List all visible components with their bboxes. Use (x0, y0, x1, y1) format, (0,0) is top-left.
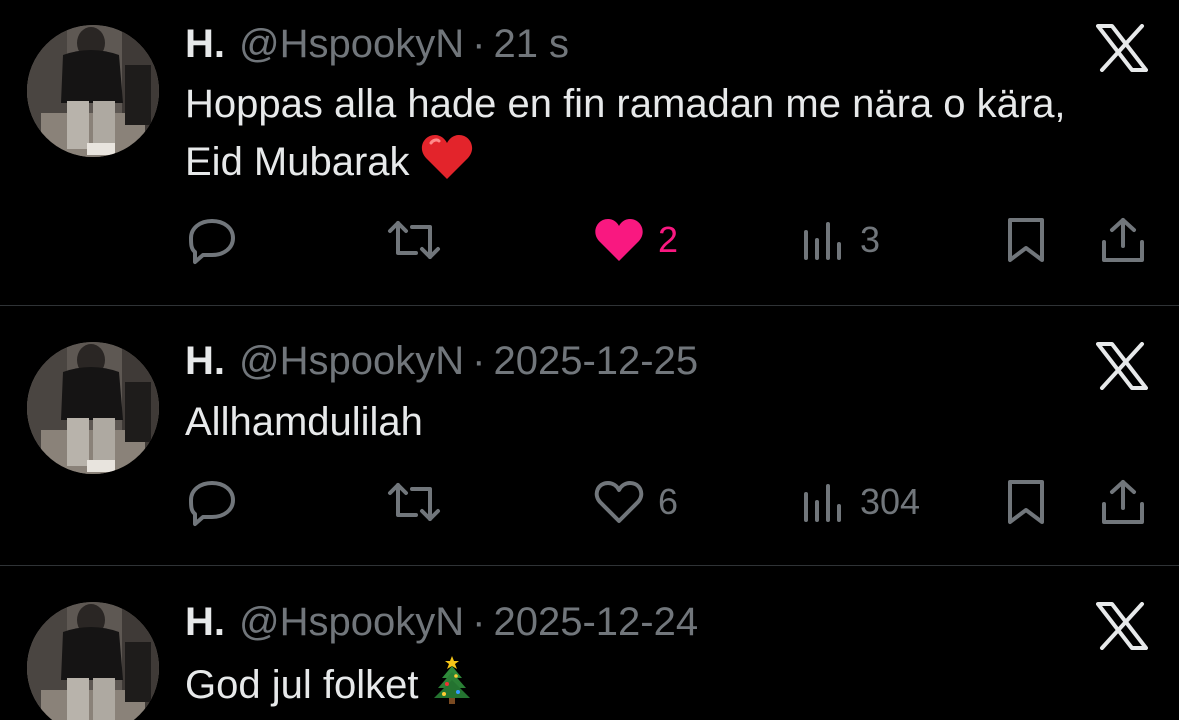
user-handle[interactable]: @HspookyN (239, 598, 464, 646)
reply-button[interactable] (187, 210, 237, 270)
like-button[interactable]: 6 (594, 472, 678, 532)
separator-dot: · (472, 600, 486, 644)
timestamp[interactable]: 2025-12-25 (493, 337, 698, 385)
tweet-header: H. @HspookyN · 2025-12-25 (185, 337, 698, 385)
share-icon (1102, 480, 1144, 524)
tweet-text: Hoppas alla hade en fin ramadan me nära … (185, 75, 1085, 197)
share-button[interactable] (1100, 210, 1146, 270)
views-chart-icon (804, 222, 841, 260)
like-count: 6 (658, 481, 679, 522)
reply-icon (189, 219, 235, 264)
timestamp[interactable]: 2025-12-24 (493, 598, 698, 646)
retweet-icon (388, 483, 440, 521)
tweet-text-content: God jul folket (185, 663, 419, 707)
views-button[interactable]: 3 (802, 210, 880, 270)
tweet[interactable]: H. @HspookyN · 2025-12-25 Allhamdulilah … (0, 306, 1179, 565)
tweet-text-content: Allhamdulilah (185, 400, 423, 444)
avatar[interactable] (27, 602, 159, 720)
avatar[interactable] (27, 25, 159, 157)
like-button[interactable]: 2 (594, 210, 678, 270)
display-name[interactable]: H. (185, 337, 225, 385)
user-handle[interactable]: @HspookyN (239, 20, 464, 68)
x-logo-icon (1096, 602, 1148, 650)
display-name[interactable]: H. (185, 598, 225, 646)
heart-outline-icon (594, 481, 644, 523)
bookmark-icon (1008, 480, 1044, 524)
retweet-button[interactable] (386, 210, 442, 270)
share-button[interactable] (1100, 472, 1146, 532)
user-handle[interactable]: @HspookyN (239, 337, 464, 385)
tweet-feed: H. @HspookyN · 21 s Hoppas alla hade en … (0, 0, 1179, 720)
tweet-text: God jul folket (185, 654, 1085, 720)
display-name[interactable]: H. (185, 20, 225, 68)
red-heart-emoji (421, 133, 473, 197)
view-count: 304 (860, 481, 921, 522)
avatar[interactable] (27, 342, 159, 474)
x-logo-icon (1096, 342, 1148, 390)
separator-dot: · (472, 339, 486, 383)
separator-dot: · (472, 22, 486, 66)
bookmark-button[interactable] (1006, 210, 1046, 270)
views-button[interactable]: 304 (802, 472, 920, 532)
tweet[interactable]: H. @HspookyN · 21 s Hoppas alla hade en … (0, 0, 1179, 305)
heart-filled-icon (595, 219, 643, 261)
timestamp[interactable]: 21 s (493, 20, 569, 68)
reply-icon (189, 481, 235, 526)
tweet-header: H. @HspookyN · 21 s (185, 20, 569, 68)
bookmark-button[interactable] (1006, 472, 1046, 532)
tweet-header: H. @HspookyN · 2025-12-24 (185, 598, 698, 646)
view-count: 3 (860, 219, 881, 260)
x-logo-icon (1096, 24, 1148, 72)
bookmark-icon (1008, 218, 1044, 262)
christmas-tree-emoji (430, 654, 474, 720)
like-count: 2 (658, 219, 679, 260)
tweet-actions: 2 3 (0, 210, 1179, 270)
tweet-actions: 6 304 (0, 472, 1179, 532)
retweet-icon (388, 221, 440, 259)
views-chart-icon (804, 484, 841, 522)
share-icon (1102, 218, 1144, 262)
reply-button[interactable] (187, 472, 237, 532)
retweet-button[interactable] (386, 472, 442, 532)
tweet-text-content: Hoppas alla hade en fin ramadan me nära … (185, 82, 1066, 184)
tweet-text: Allhamdulilah (185, 393, 1085, 451)
tweet[interactable]: H. @HspookyN · 2025-12-24 God jul folket (0, 566, 1179, 720)
